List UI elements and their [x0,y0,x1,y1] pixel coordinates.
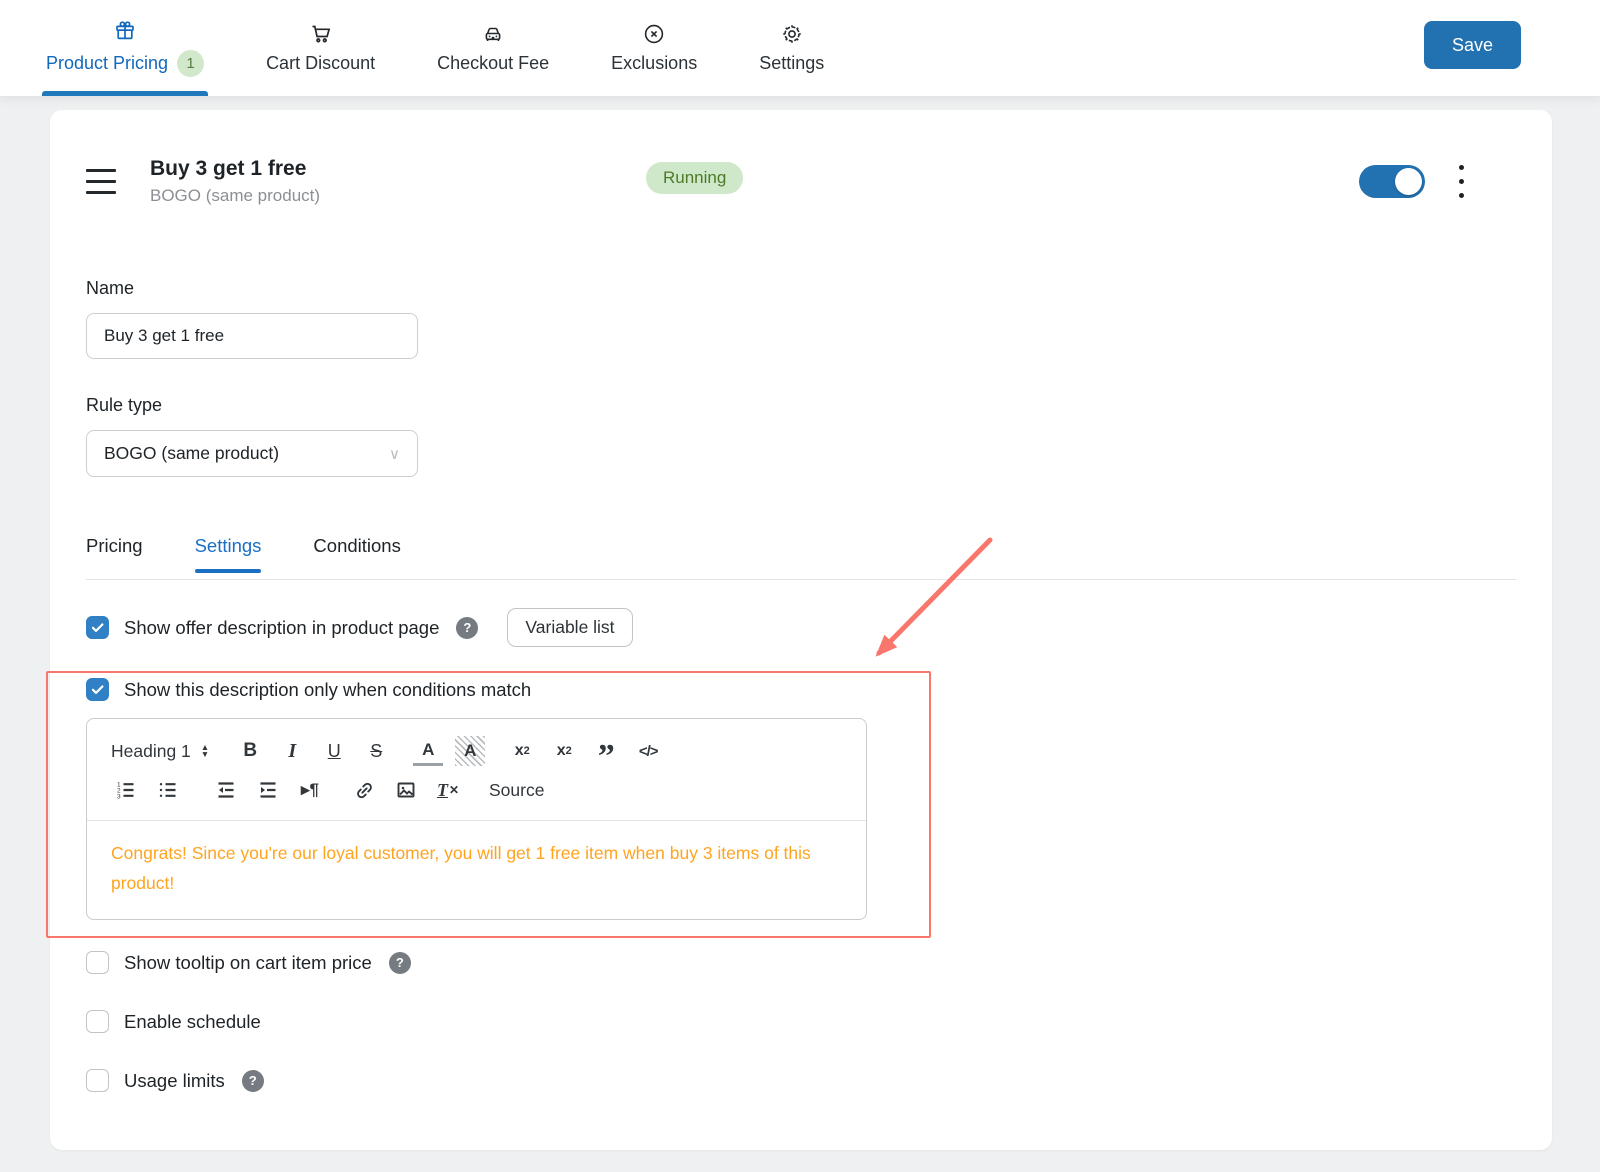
more-options-icon[interactable] [1455,161,1468,202]
status-badge: Running [646,162,744,194]
show-tooltip-checkbox[interactable] [86,951,109,974]
subtab-conditions[interactable]: Conditions [313,535,400,579]
heading-dropdown-value: Heading 1 [111,740,191,761]
italic-button[interactable]: I [277,736,307,766]
option-enable-schedule: Enable schedule [86,1010,1516,1033]
cart-icon [309,22,333,46]
source-button[interactable]: Source [489,780,544,801]
rule-card-header: Buy 3 get 1 free BOGO (same product) Run… [86,150,1516,212]
option-label: Show offer description in product page [124,616,440,638]
font-color-button[interactable]: A [413,736,444,766]
tab-label: Exclusions [611,53,698,73]
rule-card: Buy 3 get 1 free BOGO (same product) Run… [50,110,1552,1150]
circle-x-icon [642,22,666,46]
strikethrough-button[interactable]: S [361,736,391,766]
blockquote-button[interactable]: ” [591,736,621,774]
usage-limits-checkbox[interactable] [86,1069,109,1092]
rule-type-value: BOGO (same product) [104,443,280,463]
tab-label: Cart Discount [266,53,376,73]
rule-type-label: Rule type [86,395,163,415]
indent-icon[interactable] [253,775,283,805]
tab-cart-discount[interactable]: Cart Discount [266,0,375,96]
rule-type-select[interactable]: BOGO (same product) ∨ [86,430,418,477]
top-navigation-bar: Product Pricing 1 Cart Discount Checkout… [0,0,1600,96]
subtab-settings[interactable]: Settings [194,535,261,579]
name-label: Name [86,278,135,298]
tab-label: Settings [759,53,825,73]
help-icon[interactable]: ? [456,616,479,639]
option-label: Show this description only when conditio… [124,678,532,700]
remove-format-icon[interactable]: T ✕ [433,775,463,805]
option-show-offer-description: Show offer description in product page ?… [86,608,1516,647]
gift-icon [113,19,137,43]
svg-text:3: 3 [117,793,121,800]
underline-button[interactable]: U [319,736,349,766]
subscript-button[interactable]: x2 [507,736,537,766]
superscript-button[interactable]: x2 [549,736,579,766]
outdent-icon[interactable] [211,775,241,805]
main-nav: Product Pricing 1 Cart Discount Checkout… [0,0,824,96]
save-button[interactable]: Save [1424,21,1521,69]
variable-list-button[interactable]: Variable list [507,608,633,647]
code-button[interactable]: </> [633,736,663,766]
tab-checkout-fee[interactable]: Checkout Fee [437,0,549,96]
chevron-down-icon: ∨ [389,445,400,463]
drag-handle-icon[interactable] [86,168,116,194]
highlight-button[interactable]: A [455,736,486,766]
tab-exclusions[interactable]: Exclusions [611,0,697,96]
tab-product-pricing[interactable]: Product Pricing 1 [41,0,209,96]
paragraph-direction-icon[interactable]: ▸¶ [295,775,325,805]
rule-title-block: Buy 3 get 1 free BOGO (same product) [150,157,320,206]
help-icon[interactable]: ? [388,951,411,974]
rule-enabled-toggle[interactable] [1359,164,1425,198]
option-show-tooltip: Show tooltip on cart item price ? [86,951,1516,974]
rule-name-input[interactable] [86,313,418,359]
bold-button[interactable]: B [235,736,265,766]
ordered-list-icon[interactable]: 1 2 3 [111,775,141,805]
divider [86,579,1516,580]
help-icon[interactable]: ? [241,1069,264,1092]
option-usage-limits: Usage limits ? [86,1069,1516,1092]
tab-label: Checkout Fee [437,53,550,73]
image-icon[interactable] [391,775,421,805]
rule-subtabs: Pricing Settings Conditions [86,535,1516,579]
tab-settings[interactable]: Settings [759,0,824,96]
description-editor: Heading 1 ▲ ▼ B I U S A A x2 x2 ” </> 1 … [86,718,867,920]
option-label: Show tooltip on cart item price [124,951,372,973]
editor-toolbar: Heading 1 ▲ ▼ B I U S A A x2 x2 ” </> 1 … [87,719,866,821]
show-offer-description-checkbox[interactable] [86,616,109,639]
gear-icon [780,22,804,46]
heading-dropdown[interactable]: Heading 1 ▲ ▼ [111,741,209,762]
tab-label: Product Pricing [46,53,169,73]
rule-count-badge: 1 [177,50,205,77]
bullet-list-icon[interactable] [153,775,183,805]
subtab-pricing[interactable]: Pricing [86,535,143,579]
option-label: Usage limits [124,1069,225,1091]
rule-subtitle: BOGO (same product) [150,185,321,205]
updown-arrows-icon: ▲ ▼ [200,742,210,759]
rule-title: Buy 3 get 1 free [150,156,307,180]
option-show-description-conditions: Show this description only when conditio… [86,678,1516,701]
show-description-conditions-checkbox[interactable] [86,678,109,701]
link-icon[interactable] [349,775,379,805]
enable-schedule-checkbox[interactable] [86,1010,109,1033]
car-icon [481,22,505,46]
option-label: Enable schedule [124,1010,261,1032]
offer-description-text: Congrats! Since you're our loyal custome… [111,843,811,893]
editor-content-area[interactable]: Congrats! Since you're our loyal custome… [87,821,866,919]
